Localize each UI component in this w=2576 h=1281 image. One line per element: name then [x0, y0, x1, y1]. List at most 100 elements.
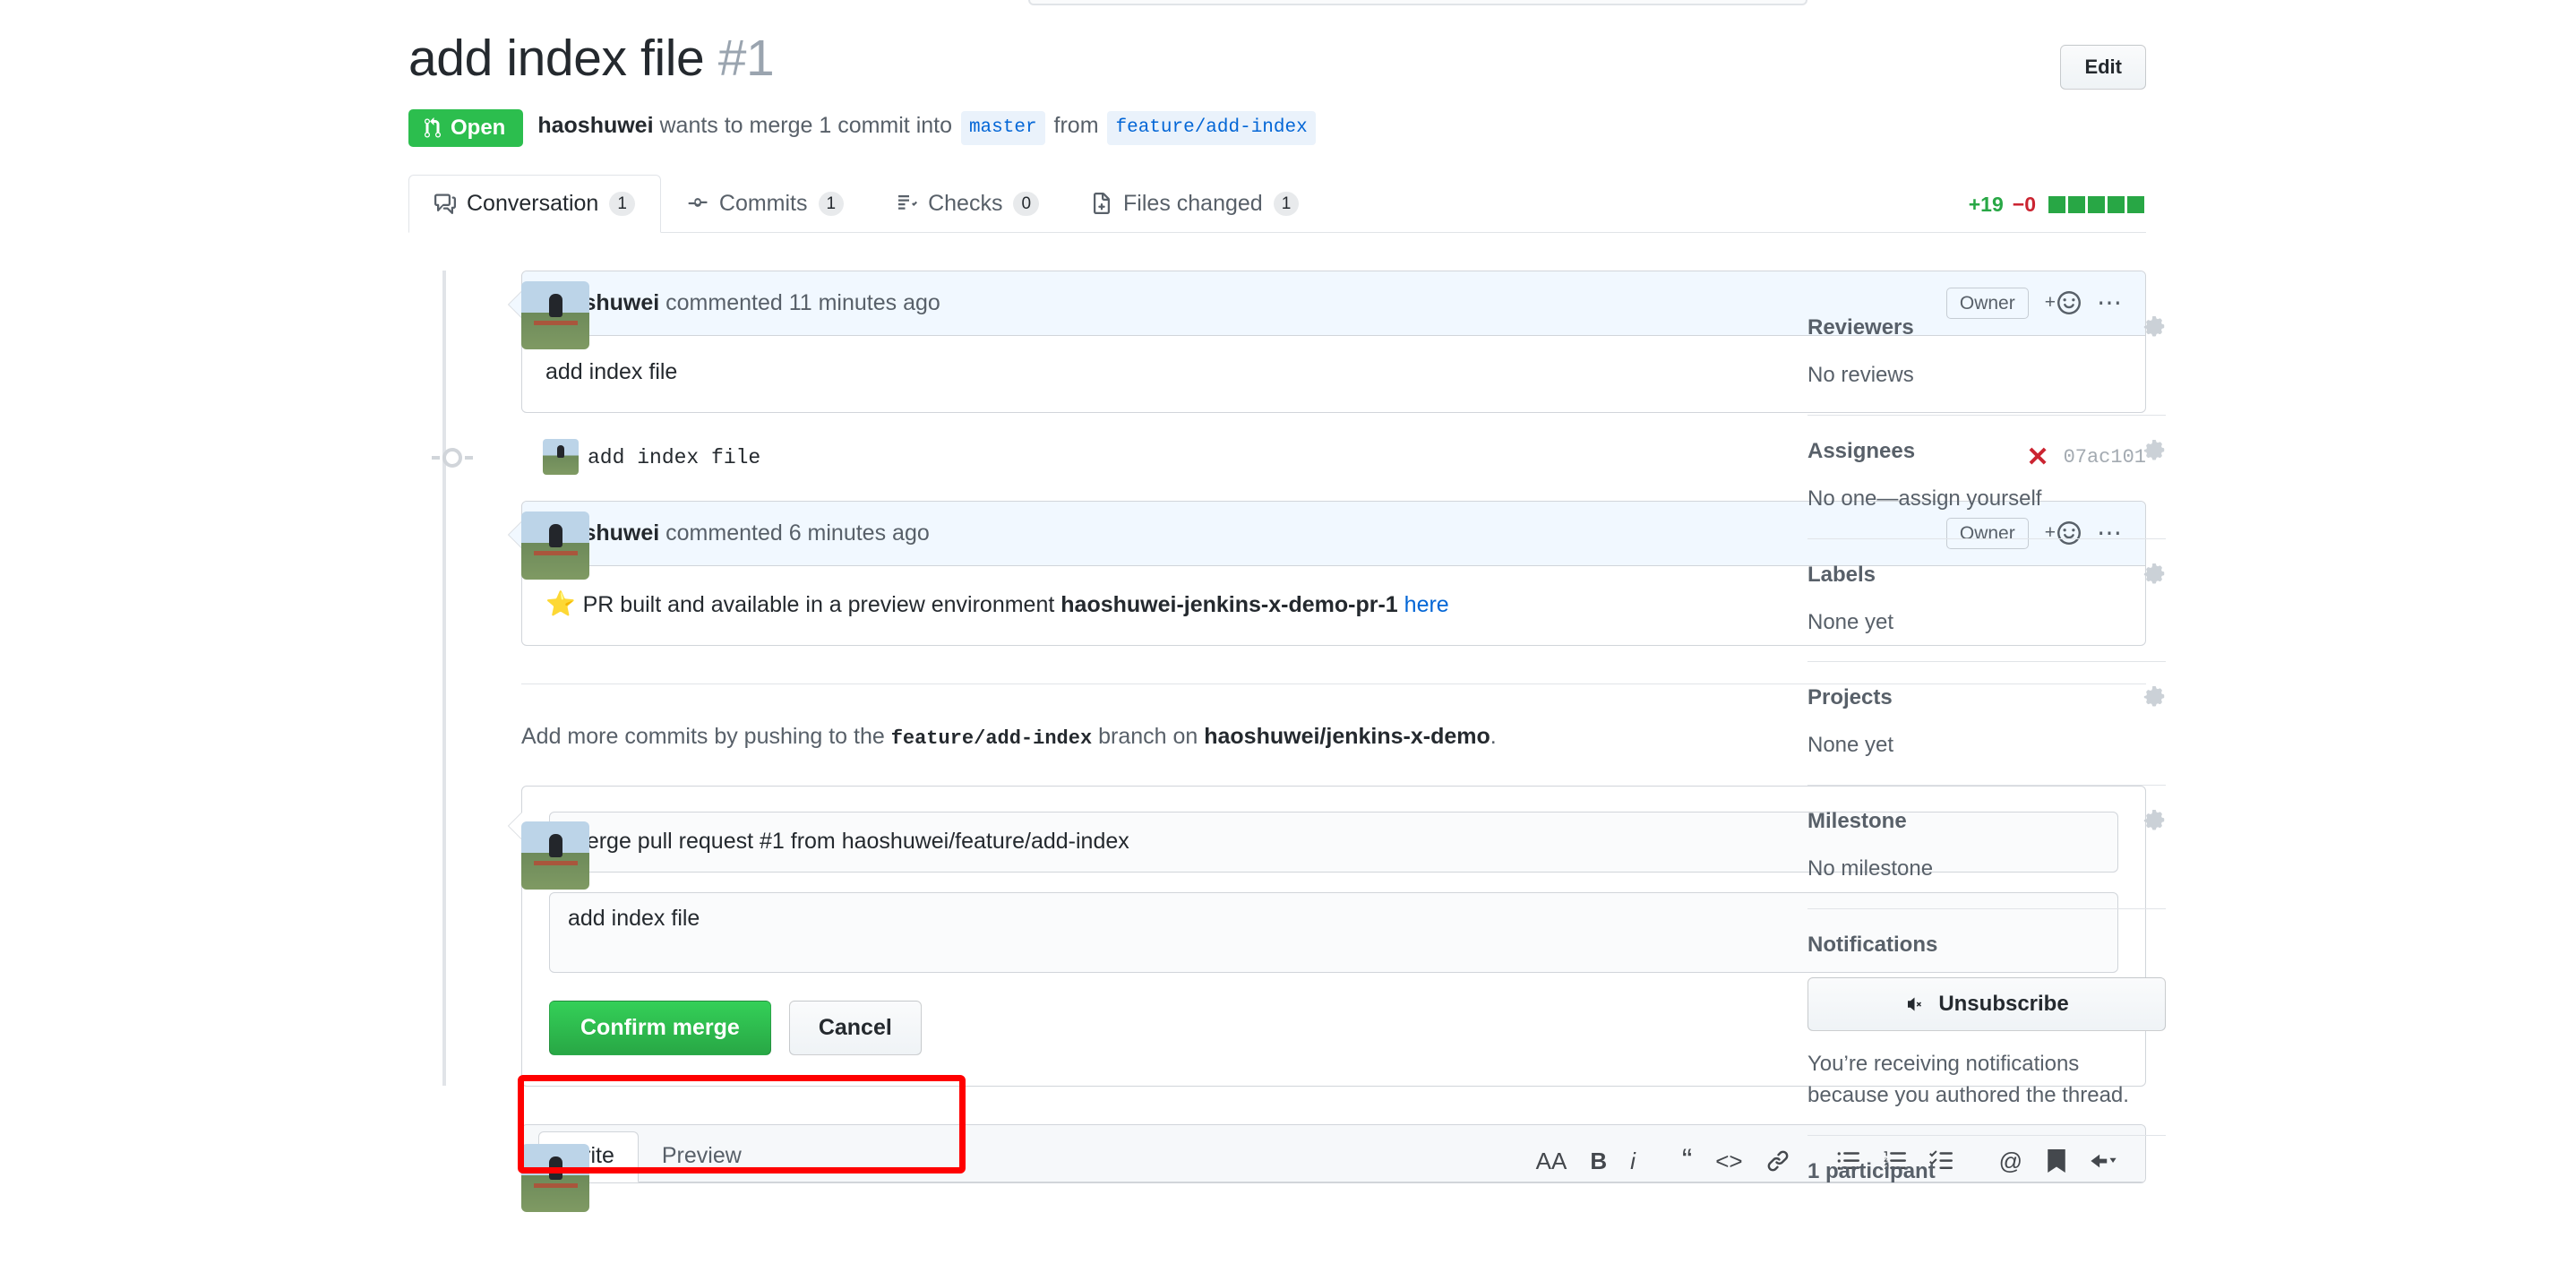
cancel-button[interactable]: Cancel — [789, 1001, 922, 1055]
unsubscribe-label: Unsubscribe — [1938, 992, 2068, 1017]
sidebar-milestone-title: Milestone — [1807, 809, 1907, 834]
sidebar-reviewers-value: No reviews — [1807, 360, 2166, 391]
star-icon: ⭐ — [545, 590, 576, 617]
sidebar-labels-header: Labels — [1807, 563, 2166, 588]
tab-conversation[interactable]: Conversation 1 — [408, 175, 661, 233]
sidebar-milestone-header: Milestone — [1807, 809, 2166, 834]
preview-link[interactable]: here — [1404, 592, 1449, 617]
tab-checks-label: Checks — [928, 193, 1002, 215]
merge-summary-text: haoshuwei wants to merge 1 commit into m… — [537, 110, 1318, 144]
quote-icon[interactable]: “ — [1670, 1151, 1704, 1169]
link-glyph-icon — [1766, 1149, 1790, 1173]
github-pull-request-page: add index file #1 Edit Open haoshuwei wa… — [0, 0, 2576, 1281]
tab-conversation-label: Conversation — [467, 193, 598, 215]
pr-number: #1 — [718, 30, 775, 87]
comment-action: commented 6 minutes ago — [665, 520, 930, 546]
notifications-description: You’re receiving notifications because y… — [1807, 1049, 2166, 1112]
link-icon[interactable] — [1755, 1149, 1801, 1173]
sidebar-assignees-title: Assignees — [1807, 439, 1915, 464]
sidebar-section-reviewers: Reviewers No reviews — [1807, 315, 2166, 416]
status-badge: Open — [408, 109, 523, 147]
avatar[interactable] — [521, 512, 589, 580]
owner-badge: Owner — [1946, 288, 2029, 319]
comment-discussion-icon — [434, 193, 456, 214]
preview-text-prefix: PR built and available in a preview envi… — [583, 592, 1061, 617]
gear-icon[interactable] — [2142, 810, 2166, 833]
diffstat-deletions: −0 — [2013, 193, 2036, 217]
gear-icon[interactable] — [2142, 440, 2166, 463]
git-pull-request-icon — [423, 117, 442, 139]
checklist-icon — [896, 193, 917, 214]
italic-icon[interactable]: i — [1619, 1149, 1647, 1173]
gear-icon[interactable] — [2142, 686, 2166, 709]
diffstat-additions: +19 — [1969, 193, 2004, 217]
base-branch-chip[interactable]: master — [961, 111, 1045, 144]
avatar[interactable] — [521, 281, 589, 349]
head-branch-chip[interactable]: feature/add-index — [1107, 111, 1315, 144]
tab-commits[interactable]: Commits 1 — [661, 191, 870, 233]
comment-action: commented 11 minutes ago — [665, 290, 940, 315]
diffstat-block — [2068, 196, 2085, 213]
push-note-prefix: Add more commits by pushing to the — [521, 724, 891, 749]
status-badge-label: Open — [451, 117, 505, 139]
gear-icon[interactable] — [2142, 563, 2166, 587]
gear-glyph-icon — [2142, 810, 2166, 833]
tab-files-changed-count: 1 — [1274, 192, 1300, 216]
git-commit-icon — [687, 193, 708, 214]
pr-sidebar: Reviewers No reviews Assignees No one—as… — [1807, 315, 2166, 1184]
avatar[interactable] — [521, 821, 589, 890]
comment-actions: Owner + ⋯ — [1946, 288, 2124, 319]
page-title: add index file #1 — [408, 30, 2146, 87]
pr-header: add index file #1 Edit Open haoshuwei wa… — [408, 0, 2146, 147]
diffstat-block — [2108, 196, 2125, 213]
bold-icon[interactable]: B — [1578, 1149, 1619, 1173]
pr-state-row: Open haoshuwei wants to merge 1 commit i… — [408, 109, 2146, 147]
sidebar-assignees-value: No one—assign yourself — [1807, 484, 2166, 515]
push-note-repo: haoshuwei/jenkins-x-demo — [1204, 724, 1490, 749]
comment-menu-button[interactable]: ⋯ — [2097, 297, 2124, 309]
tab-checks[interactable]: Checks 0 — [870, 191, 1065, 233]
file-diff-icon — [1091, 193, 1112, 214]
gear-icon[interactable] — [2142, 316, 2166, 340]
diffstat-block — [2088, 196, 2105, 213]
heading-icon[interactable]: AA — [1524, 1149, 1579, 1173]
diffstat: +19 −0 — [1969, 193, 2144, 217]
tab-files-changed-label: Files changed — [1123, 193, 1263, 215]
pr-tabbar: Conversation 1 Commits 1 Checks 0 — [408, 177, 2146, 233]
timeline-node-icon — [442, 448, 462, 468]
tab-conversation-count: 1 — [609, 192, 635, 216]
tab-commits-label: Commits — [719, 193, 808, 215]
code-icon[interactable]: <> — [1704, 1149, 1754, 1173]
commit-message[interactable]: add index file — [588, 446, 760, 469]
gear-glyph-icon — [2142, 440, 2166, 463]
pr-author: haoshuwei — [537, 113, 653, 138]
unsubscribe-button[interactable]: Unsubscribe — [1807, 977, 2166, 1031]
sidebar-section-notifications: Notifications Unsubscribe You’re receivi… — [1807, 933, 2166, 1136]
push-note-suffix: . — [1490, 724, 1497, 749]
add-reaction-button[interactable]: + — [2045, 291, 2081, 314]
tab-files-changed[interactable]: Files changed 1 — [1065, 191, 1325, 233]
gear-glyph-icon — [2142, 563, 2166, 587]
comment-author-line: haoshuwei commented 11 minutes ago — [544, 290, 940, 316]
merge-text-mid: from — [1054, 113, 1099, 138]
sidebar-projects-header: Projects — [1807, 685, 2166, 710]
sidebar-labels-title: Labels — [1807, 563, 1876, 588]
gear-glyph-icon — [2142, 316, 2166, 340]
edit-button[interactable]: Edit — [2060, 45, 2146, 90]
avatar[interactable] — [521, 1144, 589, 1212]
sidebar-assignees-header: Assignees — [1807, 439, 2166, 464]
tab-preview[interactable]: Preview — [639, 1132, 765, 1182]
confirm-merge-button[interactable]: Confirm merge — [549, 1001, 771, 1055]
sidebar-section-projects: Projects None yet — [1807, 685, 2166, 786]
sidebar-reviewers-header: Reviewers — [1807, 315, 2166, 340]
pr-title-text: add index file — [408, 30, 704, 87]
smiley-icon — [2057, 291, 2081, 314]
commit-author-avatar[interactable] — [543, 439, 579, 475]
comment-author-line: haoshuwei commented 6 minutes ago — [544, 520, 930, 546]
diffstat-block — [2127, 196, 2144, 213]
push-note-mid: branch on — [1092, 724, 1204, 749]
tab-commits-count: 1 — [819, 192, 845, 216]
gear-glyph-icon — [2142, 686, 2166, 709]
sidebar-section-assignees: Assignees No one—assign yourself — [1807, 439, 2166, 539]
participants-count: 1 participant — [1807, 1159, 2166, 1184]
